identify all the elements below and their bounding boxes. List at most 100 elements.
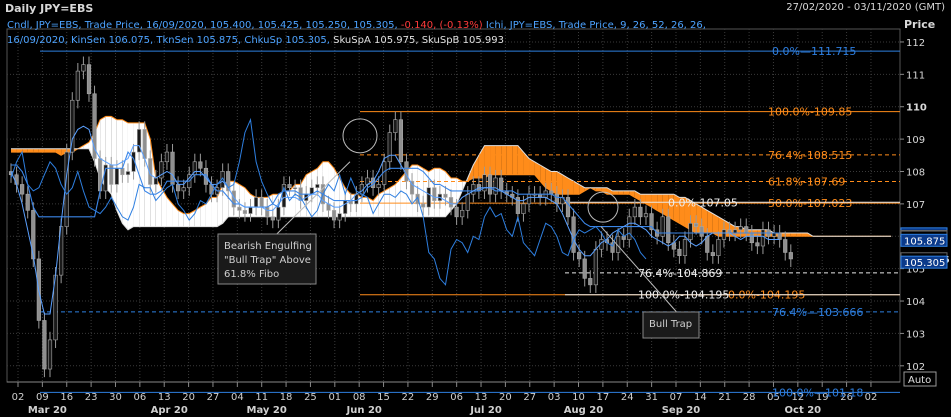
candle-body xyxy=(487,174,493,195)
cloud-bear-segment xyxy=(790,233,797,237)
x-tick-label: 14 xyxy=(694,392,707,403)
candle-body xyxy=(788,252,793,260)
candle-body xyxy=(688,223,693,240)
candle-body xyxy=(610,242,615,253)
x-tick-label: 15 xyxy=(377,392,390,403)
cloud-bear-segment xyxy=(623,190,630,195)
candle-body xyxy=(593,248,598,286)
candle-body xyxy=(120,167,125,176)
cloud-bull-segment xyxy=(166,197,173,227)
x-tick-label: 22 xyxy=(402,392,415,403)
cloud-bear-segment xyxy=(11,148,17,153)
candle-body xyxy=(571,216,576,253)
x-tick-label: 11 xyxy=(255,392,268,403)
x-tick-label: 02 xyxy=(12,392,25,403)
candle-body xyxy=(460,210,465,218)
fib-white-label: 100.0%-104.195 xyxy=(638,289,729,302)
fib-orange-label: 61.8%-107.69 xyxy=(768,176,845,189)
candle-body xyxy=(565,197,571,218)
candle-body xyxy=(125,171,131,176)
y-tick-label: 107 xyxy=(906,200,925,211)
fib-orange-label: 76.4%-108.515 xyxy=(768,149,852,162)
cloud-bear-segment xyxy=(618,190,624,195)
cloud-bear-segment xyxy=(796,233,802,237)
cloud-bull-segment xyxy=(200,203,206,227)
y-tick-label: 111 xyxy=(906,70,925,81)
x-tick-label: 18 xyxy=(280,392,293,403)
candle-body xyxy=(42,320,47,370)
candle-body xyxy=(142,129,147,159)
candle-body xyxy=(465,193,470,211)
cloud-bear-segment xyxy=(506,145,513,175)
candle-body xyxy=(265,206,270,218)
annotation-text: Bull Trap xyxy=(649,319,692,330)
candle-body xyxy=(315,184,320,188)
fib-blue-label: 0.0%—111.715 xyxy=(772,45,856,58)
x-month-label: Mar 20 xyxy=(28,405,67,416)
candle-body xyxy=(710,252,715,256)
x-month-label: Oct 20 xyxy=(785,405,822,416)
x-tick-label: 06 xyxy=(133,392,146,403)
candle-body xyxy=(81,64,86,72)
candle-body xyxy=(749,232,754,244)
x-month-label: Jul 20 xyxy=(469,405,502,416)
cloud-bull-segment xyxy=(384,187,390,217)
candle-body xyxy=(393,119,398,133)
x-month-label: Aug 20 xyxy=(564,405,603,416)
x-tick-label: 10 xyxy=(572,392,585,403)
x-tick-label: 02 xyxy=(865,392,878,403)
candle-body xyxy=(627,216,632,240)
candle-body xyxy=(86,64,92,95)
auto-button-label: Auto xyxy=(908,375,931,386)
cloud-bear-segment xyxy=(495,145,502,175)
candle-body xyxy=(176,184,181,192)
candle-body xyxy=(276,206,281,221)
candle-body xyxy=(270,216,275,221)
annotation-text: "Bull Trap" Above xyxy=(224,255,311,266)
candle-body xyxy=(253,197,259,208)
x-tick-label: 30 xyxy=(109,392,122,403)
candle-body xyxy=(443,193,448,198)
candle-body xyxy=(432,187,437,201)
x-tick-label: 04 xyxy=(231,392,244,403)
candle-body xyxy=(337,213,342,221)
candle-body xyxy=(114,167,119,185)
candle-body xyxy=(237,206,242,211)
candle-body xyxy=(14,174,19,185)
cloud-bear-segment xyxy=(33,148,39,153)
cloud-bear-segment xyxy=(785,233,791,237)
cloud-bull-segment xyxy=(211,197,218,227)
annotation-text: Bearish Engulfing xyxy=(224,241,312,252)
candle-body xyxy=(426,187,431,208)
candle-body xyxy=(47,339,53,370)
candle-body xyxy=(760,229,766,247)
y-tick-label: 103 xyxy=(906,329,925,340)
legend-change: -0.140, (-0.13%) xyxy=(400,20,483,31)
x-tick-label: 08 xyxy=(353,392,366,403)
candle-body xyxy=(181,187,186,192)
candle-body xyxy=(170,151,175,185)
candle-body xyxy=(777,232,782,240)
x-tick-label: 07 xyxy=(670,392,683,403)
price-chart[interactable]: 1021031041051061071081091101111120209162… xyxy=(0,0,951,417)
candle-body xyxy=(677,248,682,256)
cloud-bull-segment xyxy=(439,168,446,217)
candle-body xyxy=(387,132,392,163)
candle-body xyxy=(448,197,454,208)
candle-body xyxy=(666,216,671,244)
candle-body xyxy=(398,119,404,163)
cloud-bear-segment xyxy=(473,155,479,178)
candle-body xyxy=(577,252,582,260)
price-tag-text: 105.305 xyxy=(904,258,945,269)
candle-body xyxy=(198,161,203,169)
cloud-bear-segment xyxy=(490,145,496,175)
x-month-label: Sep 20 xyxy=(662,405,701,416)
cloud-bear-segment xyxy=(517,145,524,175)
x-tick-label: 21 xyxy=(718,392,731,403)
x-tick-label: 20 xyxy=(499,392,512,403)
candle-body xyxy=(694,223,699,227)
candle-body xyxy=(582,258,587,279)
fib-white-label: 0.0% 107.05 xyxy=(668,196,738,209)
candle-body xyxy=(705,235,710,253)
auto-scale-button[interactable]: Auto xyxy=(903,371,937,387)
